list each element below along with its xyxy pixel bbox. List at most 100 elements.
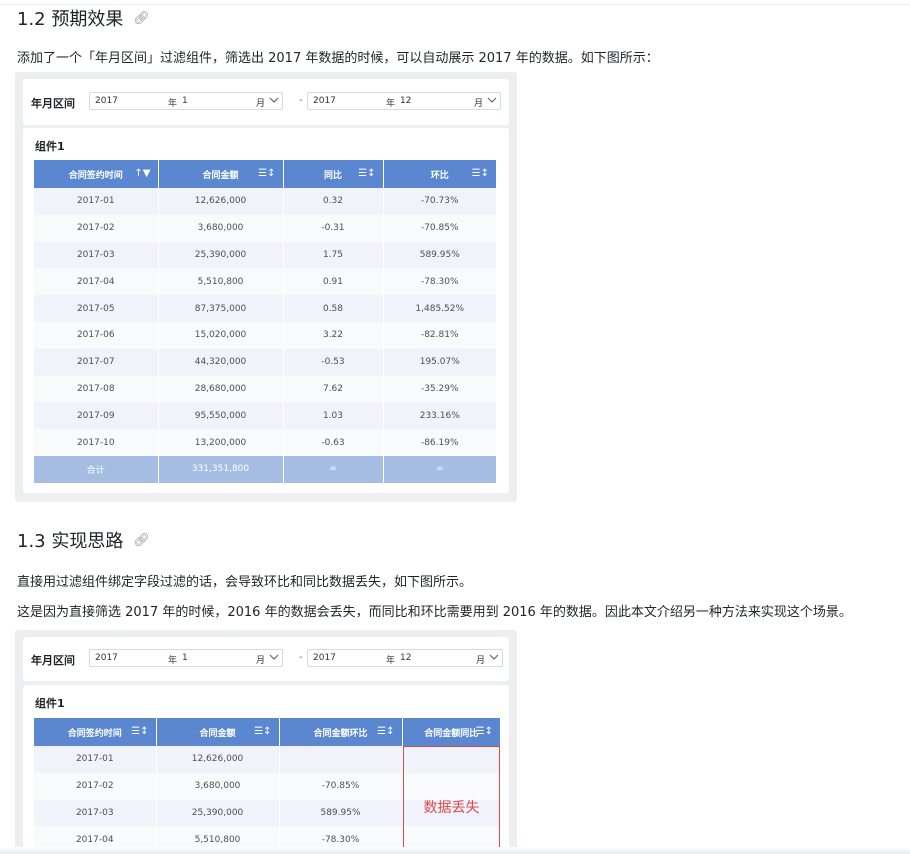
- sort-icon[interactable]: ☰↕: [258, 168, 275, 179]
- table-cell: 3,680,000: [156, 772, 280, 800]
- start-date-select[interactable]: 2017 年 1 月: [89, 92, 283, 110]
- table-cell: 2017-04: [34, 268, 159, 296]
- filter-bar: 年月区间 2017 年 1 月 - 2017 年 12 月: [23, 79, 509, 125]
- end-date-select[interactable]: 2017 年 12 月: [307, 649, 503, 667]
- data-table: 合同签约时间 ↑▼ 合同金额 ☰↕ 同比 ☰↕ 环比 ☰↕ 2017-01 12,626,…: [34, 160, 496, 483]
- sort-icon[interactable]: ☰↕: [377, 726, 394, 737]
- column-header[interactable]: 合同签约时间 ↑▼: [34, 160, 159, 188]
- table-cell: 589.95%: [383, 241, 496, 269]
- column-header[interactable]: 环比 ☰↕: [383, 160, 496, 188]
- table-widget: 组件1 合同签约时间 ↑▼ 合同金额 ☰↕ 同比 ☰↕ 环比 ☰↕ 2017-01 12,…: [23, 128, 509, 493]
- column-header[interactable]: 合同金额同比 ☰↕: [402, 718, 500, 746]
- filter-label: 年月区间: [31, 654, 75, 667]
- table-cell: -70.85%: [279, 772, 403, 800]
- paragraph: 直接用过滤组件绑定字段过滤的话，会导致环比和同比数据丢失，如下图所示。: [17, 575, 473, 590]
- table-cell: 2017-05: [34, 295, 159, 322]
- table-cell: 87,375,000: [158, 295, 284, 322]
- link-icon[interactable]: 🔗︎: [133, 533, 150, 548]
- table-cell: 44,320,000: [158, 348, 284, 376]
- table-row: 2017-01 12,626,000 0.32 -70.73%: [34, 188, 496, 215]
- table-cell: 12,626,000: [156, 746, 280, 773]
- data-lost-highlight: 数据丢失: [403, 746, 500, 854]
- table-cell: 0.58: [283, 295, 384, 322]
- table-cell: -0.31: [283, 214, 384, 242]
- table-cell: 195.07%: [383, 348, 496, 376]
- table-cell: 25,390,000: [156, 799, 280, 827]
- table-cell: -82.81%: [383, 321, 496, 349]
- table-cell: 589.95%: [279, 799, 403, 827]
- table-cell: 2017-03: [34, 799, 157, 827]
- sort-icon[interactable]: ☰↕: [358, 168, 375, 179]
- table-cell: 13,200,000: [158, 429, 284, 456]
- table-cell: 2017-01: [34, 746, 157, 773]
- column-header[interactable]: 合同金额 ☰↕: [156, 718, 280, 746]
- column-header[interactable]: 合同签约时间 ☰↕: [34, 718, 157, 746]
- total-cell: ∞: [283, 455, 384, 483]
- sort-icon[interactable]: ☰↕: [131, 726, 148, 737]
- table-cell: 7.62: [283, 375, 384, 403]
- widget-title: 组件1: [35, 140, 65, 153]
- paragraph: 这是因为直接筛选 2017 年的时候，2016 年的数据会丢失，而同比和环比需要…: [17, 605, 852, 620]
- table-cell: [279, 746, 403, 773]
- table-cell: 12,626,000: [158, 188, 284, 215]
- sort-ascending-icon[interactable]: ↑▼: [134, 168, 150, 179]
- range-separator: -: [299, 95, 303, 106]
- table-cell: 233.16%: [383, 402, 496, 430]
- table-cell: 25,390,000: [158, 241, 284, 269]
- table-cell: 2017-10: [34, 429, 159, 456]
- table-cell: 2017-02: [34, 214, 159, 242]
- chevron-down-icon: [489, 651, 499, 666]
- table-cell: -35.29%: [383, 375, 496, 403]
- table-widget: 组件1 合同签约时间 ☰↕ 合同金额 ☰↕ 合同金额环比 ☰↕ 合同金额同比 ☰↕ 20…: [23, 685, 509, 854]
- end-date-select[interactable]: 2017 年 12 月: [307, 92, 501, 110]
- table-cell: 1.03: [283, 402, 384, 430]
- column-header[interactable]: 同比 ☰↕: [283, 160, 384, 188]
- table-cell: -70.73%: [383, 188, 496, 215]
- table-cell: 2017-03: [34, 241, 159, 269]
- section-heading: 1.2 预期效果 🔗︎: [17, 5, 150, 31]
- chevron-down-icon: [269, 94, 279, 109]
- widget-title: 组件1: [35, 697, 65, 710]
- sort-icon[interactable]: ☰↕: [476, 726, 493, 737]
- section-heading: 1.3 实现思路 🔗︎: [17, 527, 150, 553]
- data-lost-label: 数据丢失: [423, 800, 480, 816]
- sort-icon[interactable]: ☰↕: [472, 168, 489, 179]
- table-cell: 2017-01: [34, 188, 159, 215]
- screenshot-data-lost: 年月区间 2017 年 1 月 - 2017 年 12 月 组件1 合同签约时间…: [15, 630, 517, 854]
- table-cell: -0.63: [283, 429, 384, 456]
- table-row: 2017-07 44,320,000 -0.53 195.07%: [34, 348, 496, 376]
- table-cell: 0.91: [283, 268, 384, 296]
- table-cell: 3.22: [283, 321, 384, 349]
- filter-label: 年月区间: [31, 97, 75, 110]
- table-row: 2017-05 87,375,000 0.58 1,485.52%: [34, 295, 496, 322]
- table-row: 2017-02 3,680,000 -0.31 -70.85%: [34, 214, 496, 242]
- sort-icon[interactable]: ☰↕: [254, 726, 271, 737]
- table-row: 2017-08 28,680,000 7.62 -35.29%: [34, 375, 496, 403]
- total-cell: ∞: [383, 455, 496, 483]
- table-cell: 2017-08: [34, 375, 159, 403]
- range-separator: -: [299, 652, 303, 663]
- chevron-down-icon: [269, 651, 279, 666]
- start-date-select[interactable]: 2017 年 1 月: [89, 649, 283, 667]
- screenshot-expected: 年月区间 2017 年 1 月 - 2017 年 12 月 组件1 合同签约时间…: [15, 72, 517, 502]
- column-header[interactable]: 合同金额 ☰↕: [158, 160, 284, 188]
- table-cell: -0.53: [283, 348, 384, 376]
- bottom-edge: [0, 847, 910, 854]
- table-cell: -78.30%: [383, 268, 496, 296]
- table-cell: 2017-07: [34, 348, 159, 376]
- column-header[interactable]: 合同金额环比 ☰↕: [279, 718, 403, 746]
- table-cell: -70.85%: [383, 214, 496, 242]
- table-cell: 0.32: [283, 188, 384, 215]
- table-cell: 1,485.52%: [383, 295, 496, 322]
- filter-bar: 年月区间 2017 年 1 月 - 2017 年 12 月: [23, 637, 509, 681]
- table-row: 2017-10 13,200,000 -0.63 -86.19%: [34, 429, 496, 456]
- heading-text: 1.2 预期效果: [17, 9, 124, 30]
- table-cell: 2017-06: [34, 321, 159, 349]
- table-cell: 15,020,000: [158, 321, 284, 349]
- table-cell: 1.75: [283, 241, 384, 269]
- table-cell: 3,680,000: [158, 214, 284, 242]
- total-row: 合计 331,351,800 ∞ ∞: [34, 455, 496, 483]
- heading-text: 1.3 实现思路: [17, 531, 124, 552]
- link-icon[interactable]: 🔗︎: [133, 11, 150, 26]
- table-cell: -86.19%: [383, 429, 496, 456]
